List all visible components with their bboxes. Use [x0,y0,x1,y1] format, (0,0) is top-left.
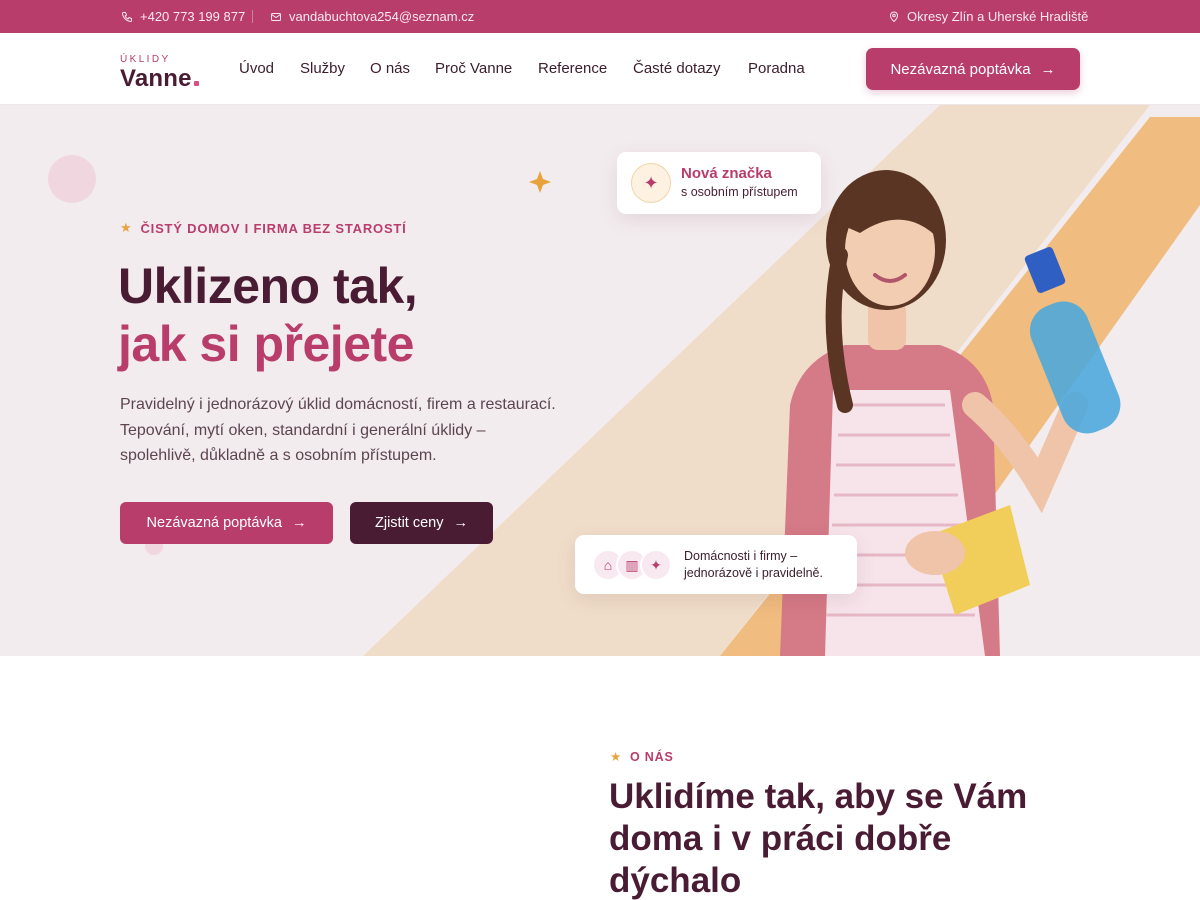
hero-prices-label: Zjistit ceny [375,515,444,531]
hero-prices-button[interactable]: Zjistit ceny → [350,502,493,544]
nav-item-proc-vanne[interactable]: Proč Vanne [435,60,512,77]
location-pin-icon [889,11,899,22]
sparkle-icon [529,171,551,193]
services-info-text: Domácnosti i firmy – jednorázově i pravi… [684,548,823,582]
phone-link[interactable]: +420 773 199 877 [121,0,245,33]
email-link[interactable]: vandabuchtova254@seznam.cz [270,0,474,33]
about-eyebrow-text: O NÁS [630,749,674,764]
about-title: Uklidíme tak, aby se Vám doma i v práci … [609,777,1028,900]
hero-title-line1: Uklizeno tak, [118,258,418,314]
logo-subtitle: ÚKLIDY [120,54,171,65]
services-info-line1: Domácnosti i firmy – [684,549,798,563]
hero-eyebrow: ★ ČISTÝ DOMOV I FIRMA BEZ STAROSTÍ [120,220,407,236]
header-inquiry-button[interactable]: Nezávazná poptávka → [866,48,1080,90]
nav-item-caste-dotazy[interactable]: Časté dotazy [633,60,721,77]
location-info: Okresy Zlín a Uherské Hradiště [888,0,1088,33]
phone-icon [121,11,132,22]
phone-number: +420 773 199 877 [140,9,246,24]
hero-title-line2: jak si přejete [118,316,414,372]
header-inquiry-label: Nezávazná poptávka [890,60,1031,78]
new-brand-badge: ✦ Nová značka s osobním přístupem [617,152,821,214]
badge-subtitle: s osobním přístupem [681,185,798,199]
logo-text: Vanne [120,65,192,92]
nav-item-uvod[interactable]: Úvod [239,60,274,77]
hero-section: ★ ČISTÝ DOMOV I FIRMA BEZ STAROSTÍ Ukliz… [0,105,1200,656]
services-info-card: ⌂ ▥ ✦ Domácnosti i firmy – jednorázově i… [575,535,857,594]
arrow-right-icon: → [291,515,307,531]
divider [252,10,253,23]
nav-item-sluzby[interactable]: Služby [300,60,345,77]
hero-inquiry-button[interactable]: Nezávazná poptávka → [120,502,333,544]
nav-item-o-nas[interactable]: O nás [370,60,410,77]
star-icon: ★ [120,220,133,235]
sparkle-icon: ✦ [640,549,672,581]
site-header: ÚKLIDY Vanne Úvod Služby O nás Proč Vann… [0,33,1200,105]
hero-inquiry-label: Nezávazná poptávka [146,515,282,531]
logo[interactable]: Vanne [120,65,199,93]
logo-dot [193,81,199,86]
badge-title: Nová značka [681,165,772,182]
service-icons: ⌂ ▥ ✦ [592,549,672,581]
star-icon: ★ [610,750,623,764]
email-address: vandabuchtova254@seznam.cz [289,9,475,24]
nav-item-poradna[interactable]: Poradna [748,60,805,77]
contact-bar: +420 773 199 877 vandabuchtova254@seznam… [0,0,1200,33]
hero-lead: Pravidelný i jednorázový úklid domácnost… [120,396,556,464]
services-info-line2: jednorázově i pravidelně. [684,566,823,580]
location-text: Okresy Zlín a Uherské Hradiště [907,9,1089,24]
hero-eyebrow-text: ČISTÝ DOMOV I FIRMA BEZ STAROSTÍ [140,220,407,236]
arrow-right-icon: → [453,515,469,531]
sparkle-icon: ✦ [631,163,671,203]
about-eyebrow: ★ O NÁS [610,749,674,765]
nav-item-reference[interactable]: Reference [538,60,607,77]
arrow-right-icon: → [1040,60,1056,78]
mail-icon [271,12,281,21]
deco-circle [48,155,96,203]
